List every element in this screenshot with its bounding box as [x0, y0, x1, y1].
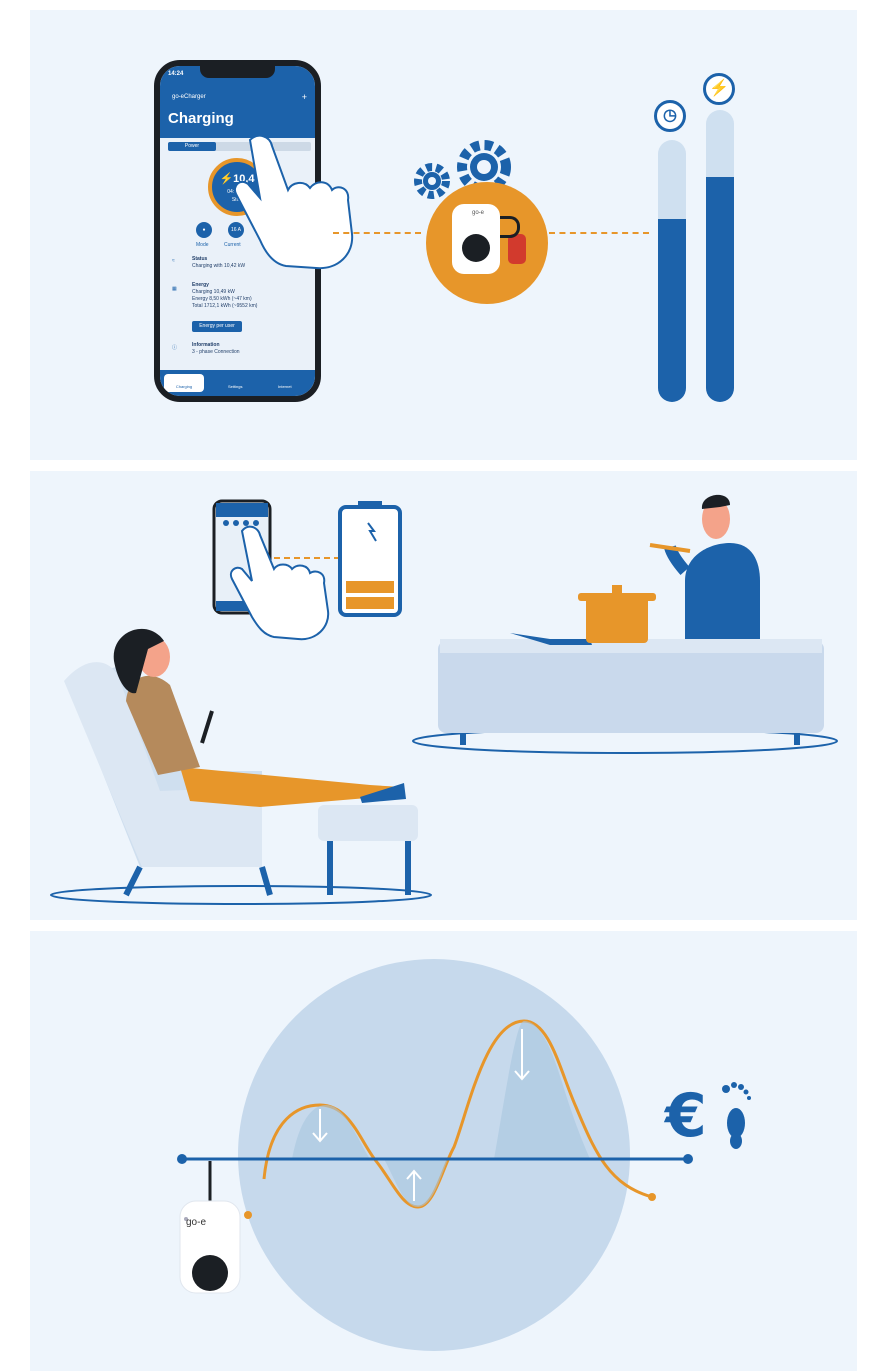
- status-icon: ≈: [172, 258, 175, 264]
- nav-charging[interactable]: Charging: [164, 374, 204, 392]
- info-title: Information: [192, 342, 220, 348]
- energy-line: Charging 10,49 kW: [192, 289, 235, 295]
- energy-bar-fill: [706, 177, 734, 402]
- bottom-nav: Charging Settings Internet: [160, 370, 315, 396]
- status-title: Status: [192, 256, 208, 262]
- brand-logo: go-e: [472, 210, 485, 216]
- nav-settings[interactable]: Settings: [228, 384, 242, 389]
- phone-notch: [200, 66, 275, 78]
- scene-illustration: [50, 494, 838, 905]
- cable: [500, 216, 520, 238]
- euro-icon: €: [665, 1081, 707, 1151]
- mode-icon[interactable]: ●: [196, 222, 212, 238]
- energy-line: Energy 8,50 kWh (~47 km): [192, 296, 252, 302]
- nav-internet[interactable]: Internet: [278, 384, 292, 389]
- page-title: Charging: [168, 110, 234, 127]
- footprint-icon: [722, 1082, 751, 1149]
- connector-line: [549, 232, 649, 234]
- energy-bar: [706, 110, 734, 402]
- app-name: go-eCharger: [172, 94, 206, 100]
- time-bar: [658, 140, 686, 402]
- brand-logo: go-e: [186, 1217, 207, 1228]
- clock-icon: ◷: [654, 100, 686, 132]
- energy-icon: ▦: [172, 286, 177, 292]
- wallbox: go-e: [452, 204, 500, 274]
- info-line: 3 - phase Connection: [192, 349, 240, 355]
- add-button[interactable]: +: [302, 92, 307, 102]
- connector-line: [333, 232, 421, 234]
- energy-title: Energy: [192, 282, 209, 288]
- price-curve-illustration: [177, 959, 751, 1351]
- pointing-hand-icon: [234, 134, 354, 270]
- remote-control-panel: [30, 471, 857, 920]
- tariff-panel: go-e €: [30, 931, 857, 1371]
- charger-badge: go-e: [426, 182, 548, 304]
- lightning-icon: ⚡: [703, 73, 735, 105]
- energy-line: Total 1712,1 kWh (~9552 km): [192, 303, 258, 309]
- time-bar-fill: [658, 218, 686, 402]
- socket: [462, 234, 490, 262]
- info-icon: ⓘ: [172, 345, 178, 351]
- energy-per-user-button[interactable]: Energy per user: [192, 321, 242, 332]
- tab-power[interactable]: Power: [168, 142, 216, 151]
- status-time: 14:24: [168, 71, 184, 77]
- smart-charging-panel: 14:24 go-eCharger + Charging Power ⚡10,4…: [30, 10, 857, 460]
- plug-icon: [508, 234, 526, 264]
- mode-label: Mode: [196, 242, 209, 248]
